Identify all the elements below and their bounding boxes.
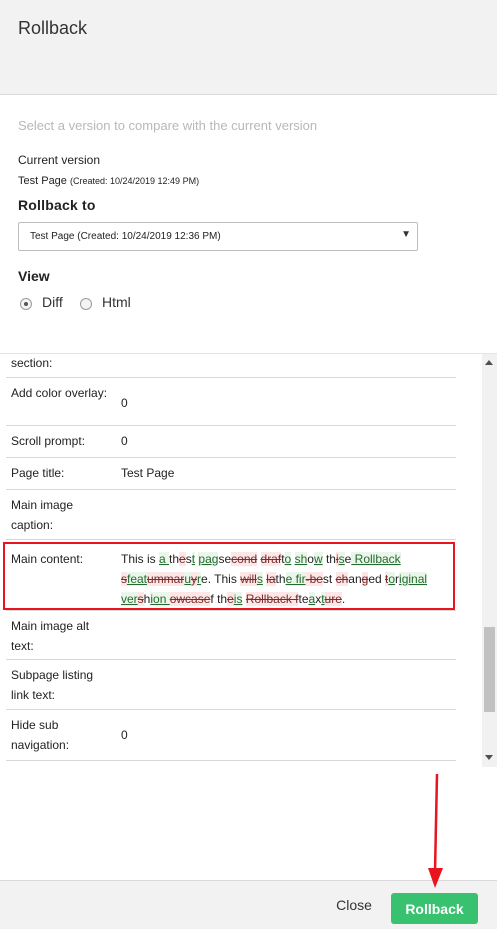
current-version-label: Current version [18, 153, 101, 167]
dialog-header: Rollback [0, 0, 497, 95]
row-value: 0 [121, 396, 128, 410]
dialog-title: Rollback [18, 18, 88, 38]
current-version-value: Test Page (Created: 10/24/2019 12:49 PM) [18, 175, 199, 187]
table-row: Add color overlay: 0 [6, 378, 456, 426]
annotation-arrow-icon [428, 773, 443, 888]
scroll-down-icon[interactable] [485, 755, 493, 760]
row-label: Scroll prompt: [11, 434, 86, 448]
scroll-up-icon[interactable] [485, 360, 493, 365]
radio-html[interactable] [80, 298, 92, 310]
row-value: 0 [121, 434, 128, 448]
vertical-scrollbar[interactable] [482, 354, 497, 767]
table-row: Scroll prompt: 0 [6, 426, 456, 458]
row-label: Main image caption: [11, 498, 74, 532]
view-option-html-label: Html [102, 294, 131, 310]
row-label: Hide sub navigation: [11, 718, 70, 752]
main-content-highlight-box [3, 542, 455, 610]
table-row: Subpage listing link text: [6, 660, 456, 710]
row-label: Main image alt text: [11, 619, 90, 653]
table-row: section: [6, 354, 456, 378]
rollback-to-label: Rollback to [18, 197, 96, 213]
table-row: Hide sub navigation: 0 [6, 710, 456, 761]
row-label: Subpage listing link text: [11, 668, 94, 702]
view-option-html[interactable]: Html [78, 294, 148, 314]
table-row: Main image caption: [6, 490, 456, 540]
row-value: 0 [121, 728, 128, 742]
version-select-value: Test Page (Created: 10/24/2019 12:36 PM) [30, 231, 221, 242]
current-version-name: Test Page [18, 175, 67, 187]
rollback-button[interactable]: Rollback [391, 893, 478, 924]
version-select[interactable]: Test Page (Created: 10/24/2019 12:36 PM)… [18, 222, 418, 251]
close-button[interactable]: Close [328, 897, 380, 913]
compare-hint: Select a version to compare with the cur… [18, 118, 318, 133]
current-version-created: (Created: 10/24/2019 12:49 PM) [69, 176, 200, 186]
caret-down-icon: ▼ [401, 229, 411, 240]
diff-table-scroll[interactable]: section: Add color overlay: 0 Scroll pro… [0, 353, 497, 767]
version-controls: Select a version to compare with the cur… [0, 96, 497, 353]
row-value: Test Page [121, 466, 175, 480]
view-label: View [18, 268, 50, 284]
row-label: Page title: [11, 466, 65, 480]
scrollbar-thumb[interactable] [484, 627, 495, 712]
view-option-diff-label: Diff [42, 294, 63, 310]
row-label: Add color overlay: [11, 386, 108, 400]
radio-diff[interactable] [20, 298, 32, 310]
row-label: section: [11, 356, 53, 370]
dialog-footer: Close Rollback [0, 880, 497, 929]
table-row: Main image alt text: [6, 611, 456, 660]
table-row: Page title: Test Page [6, 458, 456, 490]
